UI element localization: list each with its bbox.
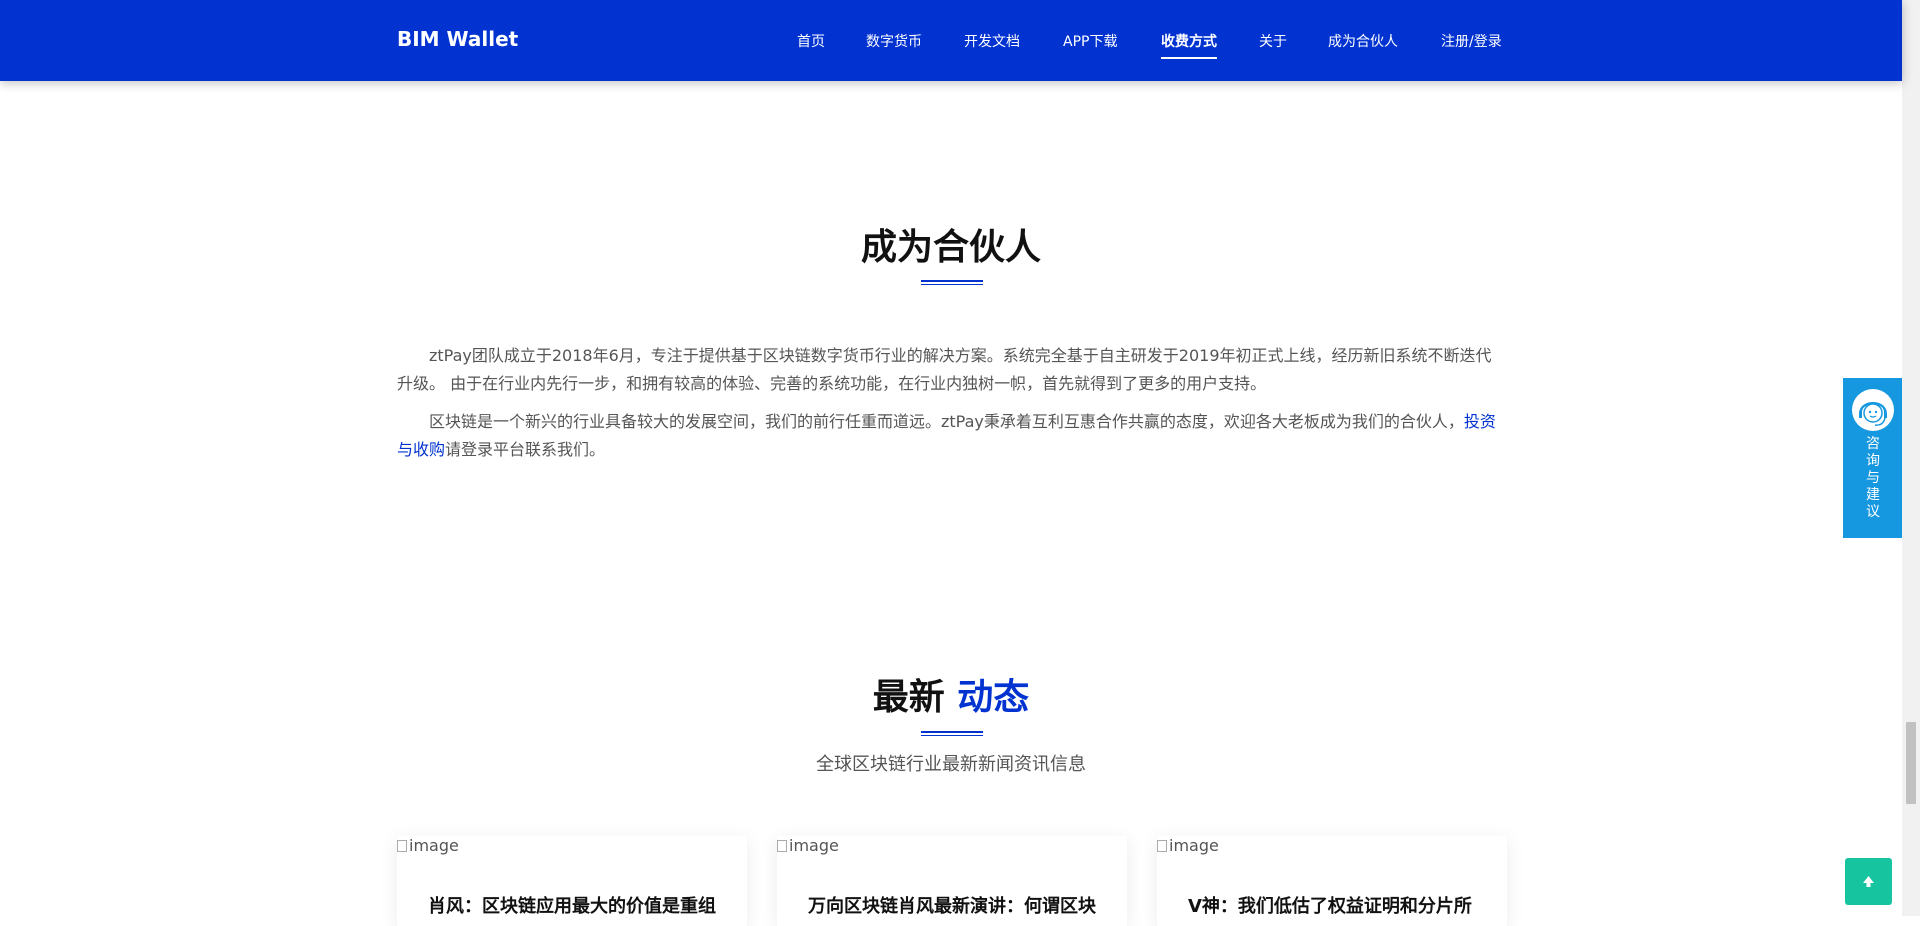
- news-card-3[interactable]: image V神：我们低估了权益证明和分片所: [1157, 836, 1507, 926]
- news-card-2[interactable]: image 万向区块链肖风最新演讲：何谓区块: [777, 836, 1127, 926]
- news-card-1[interactable]: image 肖风：区块链应用最大的价值是重组: [397, 836, 747, 926]
- partner-paragraph-2-tail: 请登录平台联系我们。: [445, 440, 606, 459]
- news-title-divider: [921, 731, 983, 736]
- news-subtitle: 全球区块链行业最新新闻资讯信息: [816, 754, 1086, 775]
- top-navbar: BIM Wallet 首页 数字货币 开发文档 APP下载 收费方式 关于 成为…: [0, 0, 1902, 81]
- partner-paragraph-1-text: ztPay团队成立于2018年6月，专注于提供基于区块链数字货币行业的解决方案。…: [397, 346, 1492, 393]
- news-card-image: image: [1157, 836, 1219, 855]
- nav-item-register-login[interactable]: 注册/登录: [1441, 31, 1502, 51]
- brand-logo-text[interactable]: BIM Wallet: [397, 27, 518, 51]
- news-card-title[interactable]: V神：我们低估了权益证明和分片所: [1188, 892, 1488, 918]
- partner-paragraph-2-text: 区块链是一个新兴的行业具备较大的发展空间，我们的前行任重而道远。ztPay秉承着…: [429, 412, 1464, 431]
- consult-suggest-widget[interactable]: 咨 询 与 建 议: [1843, 378, 1903, 538]
- broken-image-icon: [397, 840, 407, 852]
- scrollbar-thumb[interactable]: [1906, 722, 1916, 804]
- broken-image-icon: [1157, 840, 1167, 852]
- page-scrollbar[interactable]: [1902, 0, 1920, 916]
- partner-section-title: 成为合伙人: [860, 227, 1041, 268]
- nav-active-underline: [1161, 57, 1217, 59]
- news-card-title[interactable]: 肖风：区块链应用最大的价值是重组: [428, 892, 728, 918]
- nav-item-pricing-label: 收费方式: [1161, 34, 1217, 50]
- news-card-title[interactable]: 万向区块链肖风最新演讲：何谓区块: [808, 892, 1108, 918]
- news-card-image: image: [777, 836, 839, 855]
- nav-item-digital-currency[interactable]: 数字货币: [866, 31, 922, 51]
- partner-title-divider: [921, 280, 983, 285]
- consult-label: 咨 询 与 建 议: [1866, 436, 1880, 520]
- news-title-main: 最新: [872, 677, 945, 718]
- nav-item-app-download[interactable]: APP下载: [1063, 31, 1117, 51]
- nav-item-dev-docs[interactable]: 开发文档: [964, 31, 1020, 51]
- news-section-title: 最新 动态: [0, 668, 1902, 720]
- news-title-accent: 动态: [957, 677, 1030, 718]
- nav-item-become-partner[interactable]: 成为合伙人: [1328, 31, 1398, 51]
- arrow-up-icon: [1863, 876, 1874, 887]
- broken-image-icon: [777, 840, 787, 852]
- customer-service-icon: [1852, 389, 1894, 431]
- partner-paragraph-2: 区块链是一个新兴的行业具备较大的发展空间，我们的前行任重而道远。ztPay秉承着…: [397, 408, 1499, 464]
- nav-item-home[interactable]: 首页: [797, 31, 825, 51]
- news-card-image: image: [397, 836, 459, 855]
- nav-item-pricing[interactable]: 收费方式: [1161, 31, 1217, 59]
- partner-paragraph-1: ztPay团队成立于2018年6月，专注于提供基于区块链数字货币行业的解决方案。…: [397, 342, 1499, 398]
- nav-item-about[interactable]: 关于: [1259, 31, 1287, 51]
- back-to-top-button[interactable]: [1845, 858, 1892, 905]
